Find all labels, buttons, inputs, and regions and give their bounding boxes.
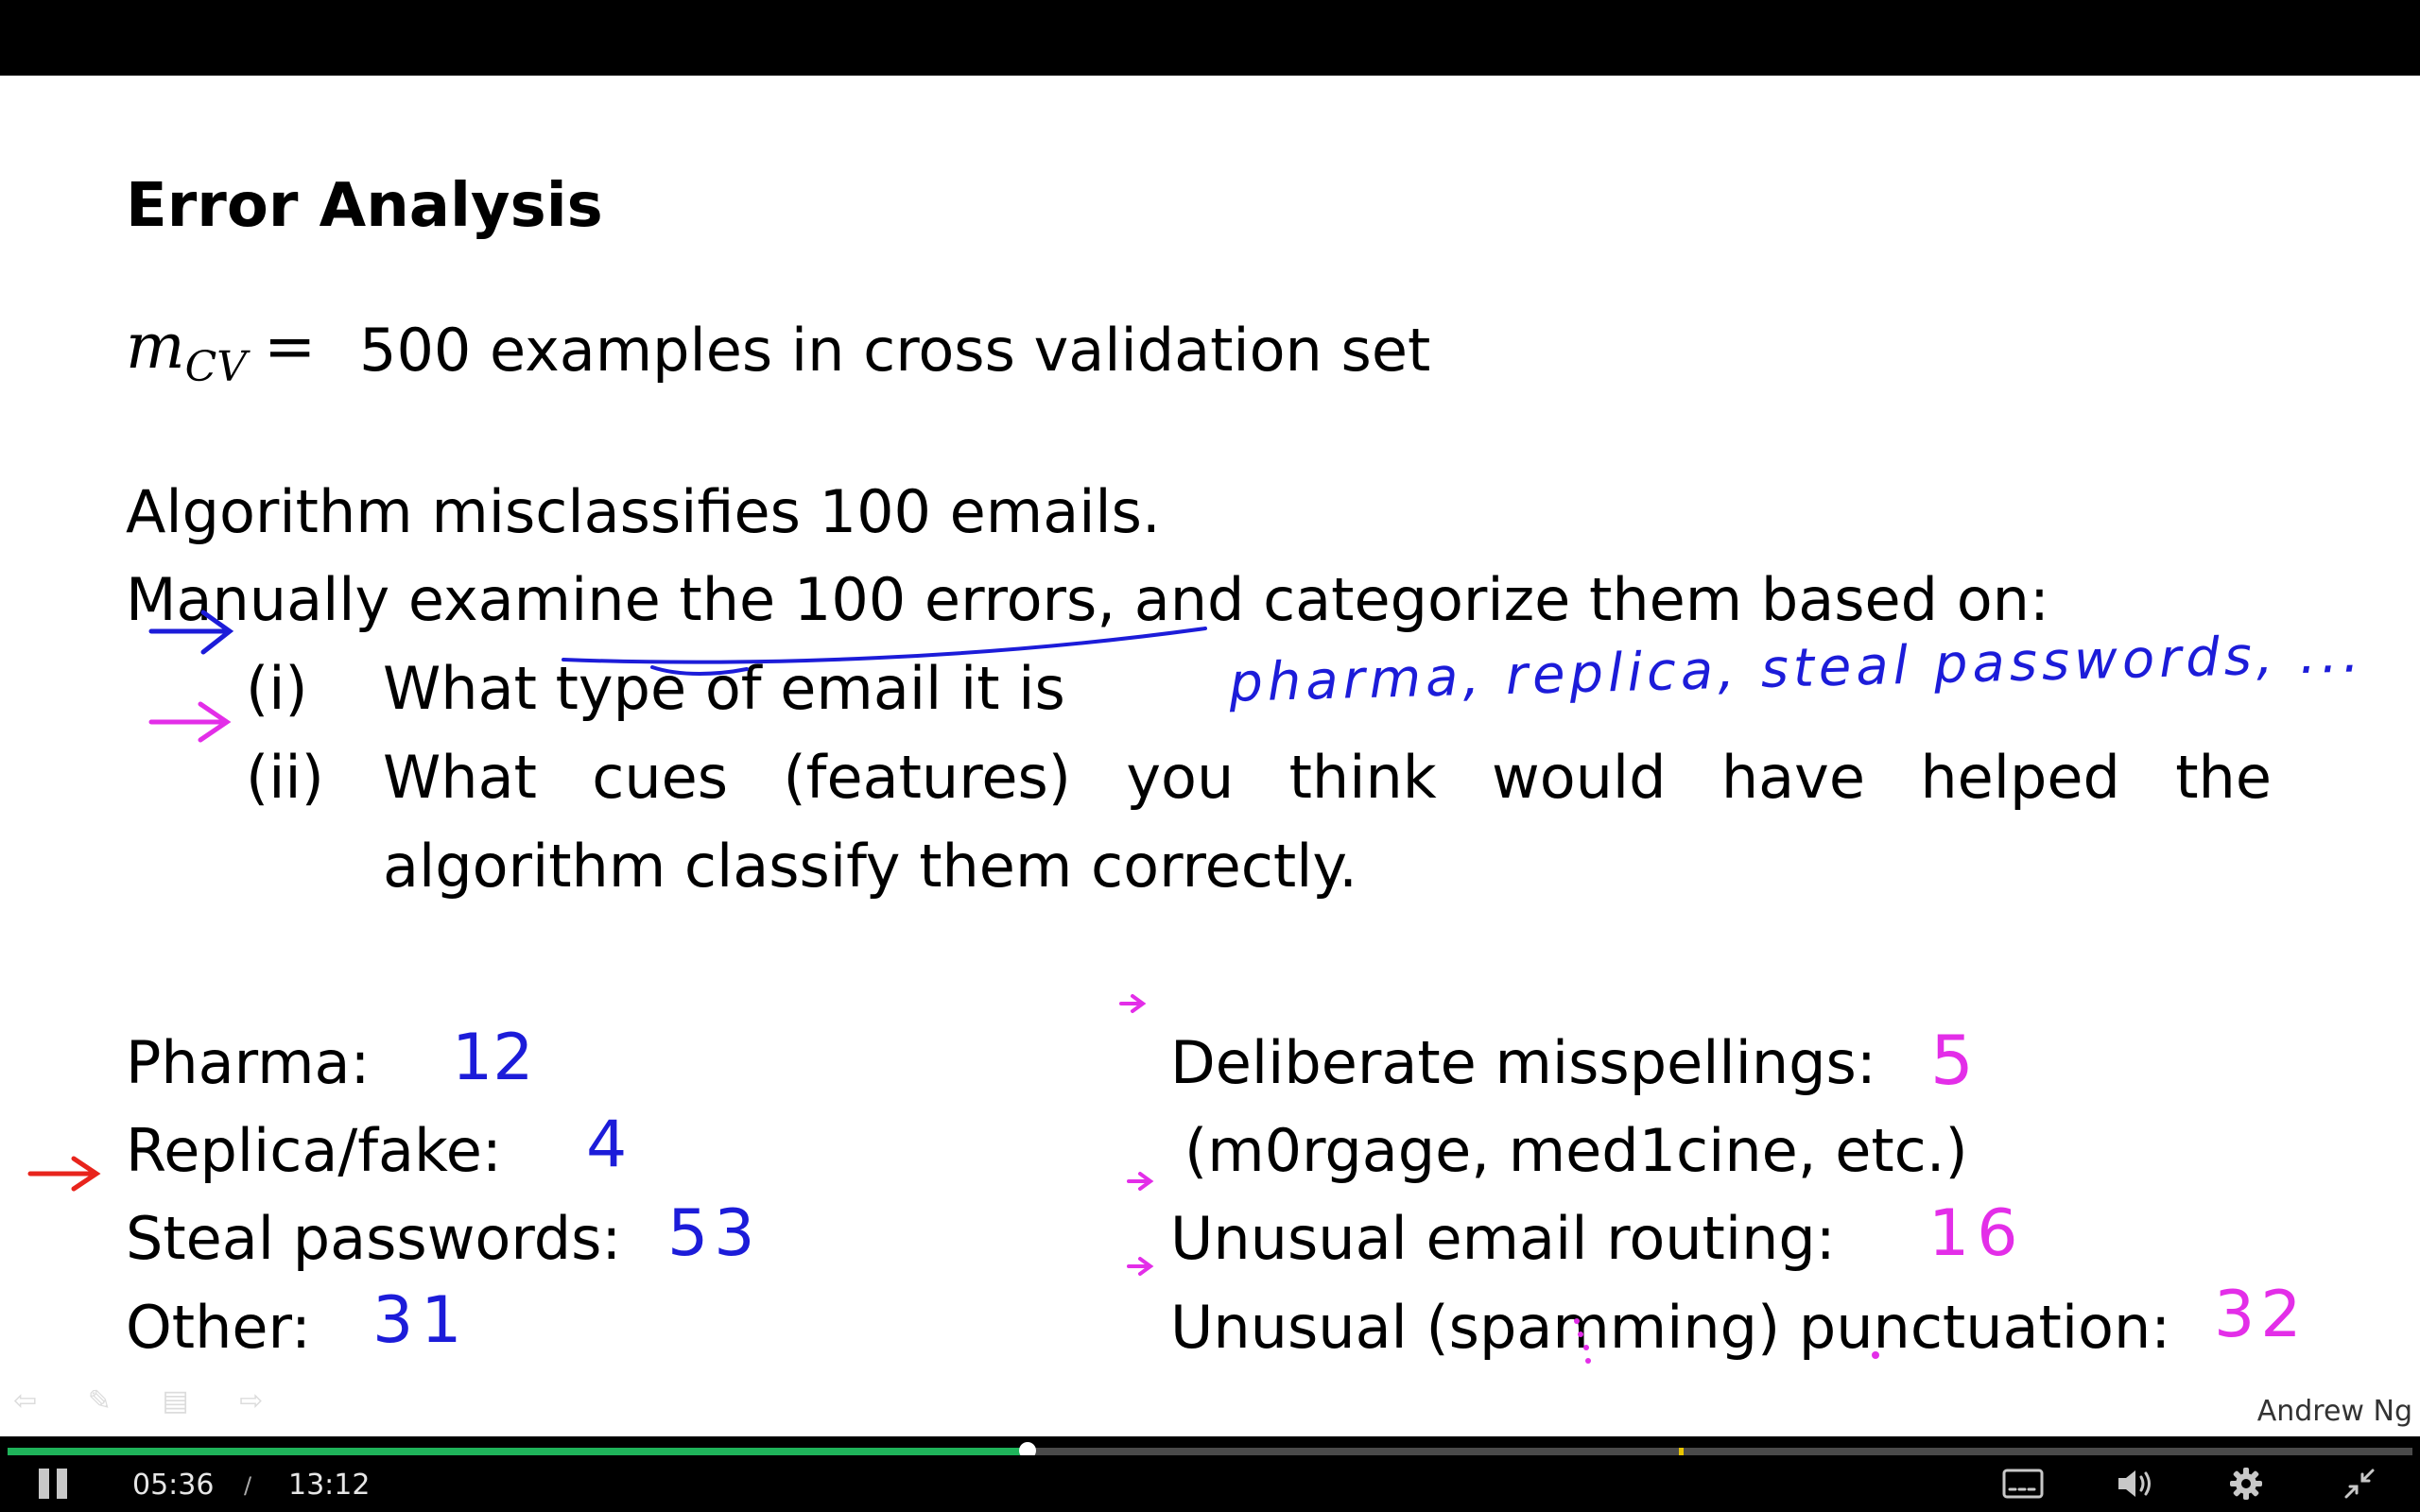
pause-icon[interactable] [36, 1467, 70, 1501]
exit-fullscreen-glyph [2344, 1469, 2375, 1499]
volume-glyph [2118, 1470, 2151, 1497]
current-time: 05:36 [132, 1469, 215, 1502]
player-controls: 05:36 / 13:12 [0, 1455, 2420, 1512]
ink-annotations [27, 610, 1879, 1364]
gear-icon[interactable] [2229, 1467, 2263, 1504]
duration: 13:12 [288, 1469, 371, 1502]
author-credit: Andrew Ng [2256, 1395, 2412, 1428]
pause-glyph [39, 1469, 67, 1499]
exit-fullscreen-icon[interactable] [2342, 1467, 2377, 1504]
seek-bar-played [8, 1448, 1028, 1455]
time-separator: / [244, 1472, 252, 1499]
blue-arrow-item-i [148, 610, 234, 655]
captions-glyph [2002, 1469, 2044, 1499]
captions-icon[interactable] [2002, 1469, 2044, 1503]
faded-toolbar-glyphs: ⇦ ✎ ▤ ⇨ [13, 1384, 285, 1418]
magenta-bullet-arrows [1119, 994, 1154, 1276]
gear-glyph [2230, 1468, 2262, 1500]
magenta-continuation-dots [1574, 1318, 1879, 1364]
volume-icon[interactable] [2116, 1467, 2155, 1504]
blue-underline-type-of-email [562, 627, 1207, 676]
lecture-slide: Error Analysis mCV = 500 examples in cros… [0, 76, 2420, 1436]
magenta-arrow-item-ii [148, 701, 232, 743]
seek-bar[interactable] [8, 1442, 2412, 1459]
seek-bar-marker [1679, 1448, 1685, 1455]
red-arrow-steal-passwords [27, 1156, 101, 1192]
